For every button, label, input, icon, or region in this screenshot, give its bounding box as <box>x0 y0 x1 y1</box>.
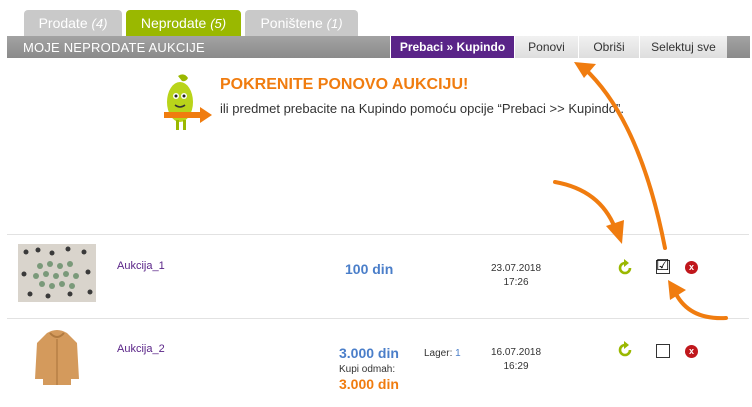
arrow-annotation <box>553 62 728 321</box>
